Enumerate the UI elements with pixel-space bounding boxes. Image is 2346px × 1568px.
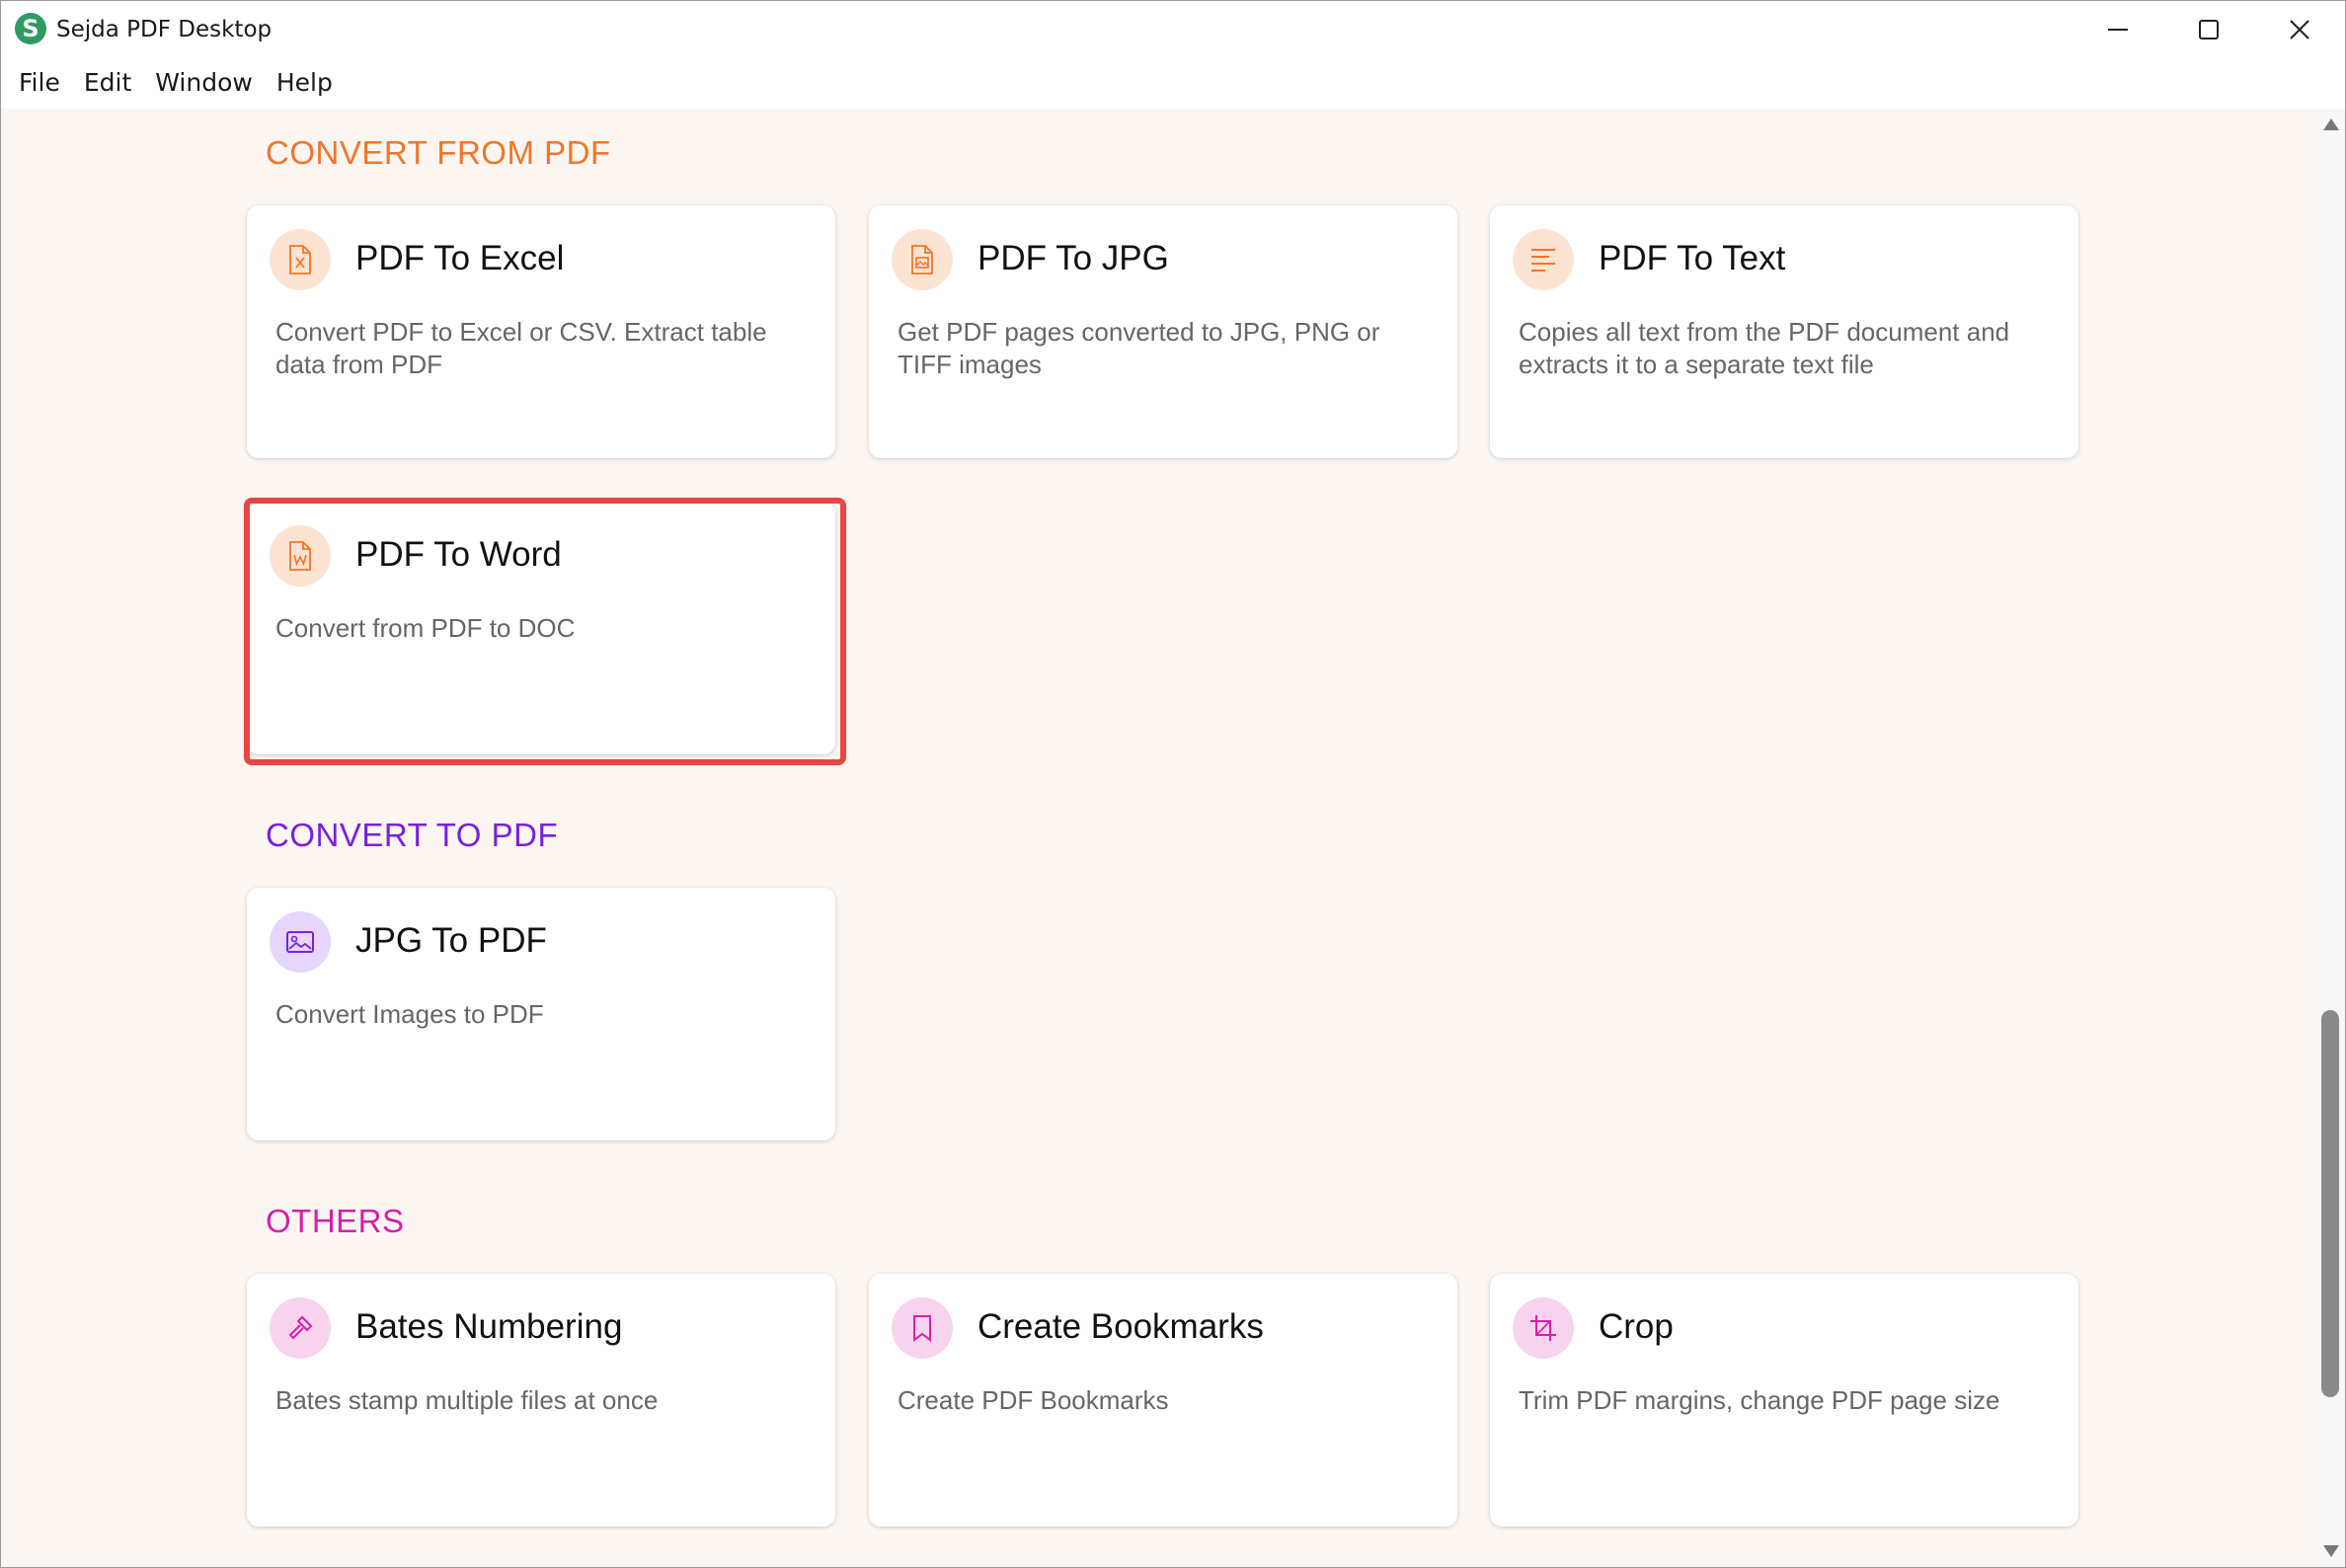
tool-card-pdf-to-excel[interactable]: PDF To Excel Convert PDF to Excel or CSV… [247, 205, 835, 458]
window-title: Sejda PDF Desktop [56, 17, 273, 42]
bookmark-icon [892, 1297, 953, 1359]
card-description: Get PDF pages converted to JPG, PNG or T… [898, 317, 1380, 379]
scroll-thumb[interactable] [2321, 1010, 2339, 1397]
card-title: PDF To Excel [355, 239, 565, 277]
card-title: Crop [1599, 1307, 1674, 1346]
card-title: PDF To JPG [978, 239, 1169, 277]
menu-edit[interactable]: Edit [72, 57, 143, 109]
stamp-icon [270, 1297, 331, 1359]
card-title: Bates Numbering [355, 1307, 623, 1346]
card-description: Convert PDF to Excel or CSV. Extract tab… [275, 317, 767, 379]
excel-file-icon [270, 229, 331, 290]
menu-bar: File Edit Window Help [1, 57, 2345, 109]
menu-help[interactable]: Help [265, 57, 345, 109]
tool-card-crop[interactable]: Crop Trim PDF margins, change PDF page s… [1490, 1274, 2078, 1527]
minimize-icon [2108, 28, 2128, 31]
section-title-convert-from-pdf: CONVERT FROM PDF [266, 134, 611, 171]
title-bar: S Sejda PDF Desktop [1, 1, 2345, 57]
card-description: Copies all text from the PDF document an… [1519, 317, 2010, 379]
card-description: Convert Images to PDF [275, 999, 544, 1029]
close-icon [2290, 19, 2309, 39]
close-button[interactable] [2254, 1, 2345, 57]
crop-icon [1513, 1297, 1574, 1359]
tool-card-pdf-to-text[interactable]: PDF To Text Copies all text from the PDF… [1490, 205, 2078, 458]
image-icon [270, 911, 331, 973]
minimize-button[interactable] [2072, 1, 2163, 57]
tool-card-create-bookmarks[interactable]: Create Bookmarks Create PDF Bookmarks [869, 1274, 1457, 1527]
tools-content: CONVERT FROM PDF PDF To Excel Convert PD… [1, 109, 2317, 1567]
menu-window[interactable]: Window [143, 57, 265, 109]
vertical-scrollbar[interactable] [2317, 109, 2345, 1567]
app-window: S Sejda PDF Desktop File Edit Window Hel… [0, 0, 2346, 1568]
card-title: Create Bookmarks [978, 1307, 1264, 1346]
card-title: PDF To Text [1599, 239, 1786, 277]
card-description: Trim PDF margins, change PDF page size [1519, 1385, 2000, 1415]
tool-card-jpg-to-pdf[interactable]: JPG To PDF Convert Images to PDF [247, 888, 835, 1140]
menu-file[interactable]: File [7, 57, 72, 109]
card-description: Bates stamp multiple files at once [275, 1385, 659, 1415]
card-description: Create PDF Bookmarks [898, 1385, 1169, 1415]
card-title: JPG To PDF [355, 921, 547, 960]
image-file-icon [892, 229, 953, 290]
scroll-up-icon[interactable] [2323, 118, 2339, 130]
section-title-convert-to-pdf: CONVERT TO PDF [266, 817, 559, 853]
tool-card-pdf-to-jpg[interactable]: PDF To JPG Get PDF pages converted to JP… [869, 205, 1457, 458]
text-lines-icon [1513, 229, 1574, 290]
tool-card-bates-numbering[interactable]: Bates Numbering Bates stamp multiple fil… [247, 1274, 835, 1527]
app-logo-icon: S [15, 13, 46, 44]
section-title-others: OTHERS [266, 1203, 405, 1239]
maximize-icon [2199, 19, 2219, 39]
scroll-down-icon[interactable] [2323, 1545, 2339, 1557]
highlight-box [244, 498, 846, 765]
maximize-button[interactable] [2163, 1, 2254, 57]
